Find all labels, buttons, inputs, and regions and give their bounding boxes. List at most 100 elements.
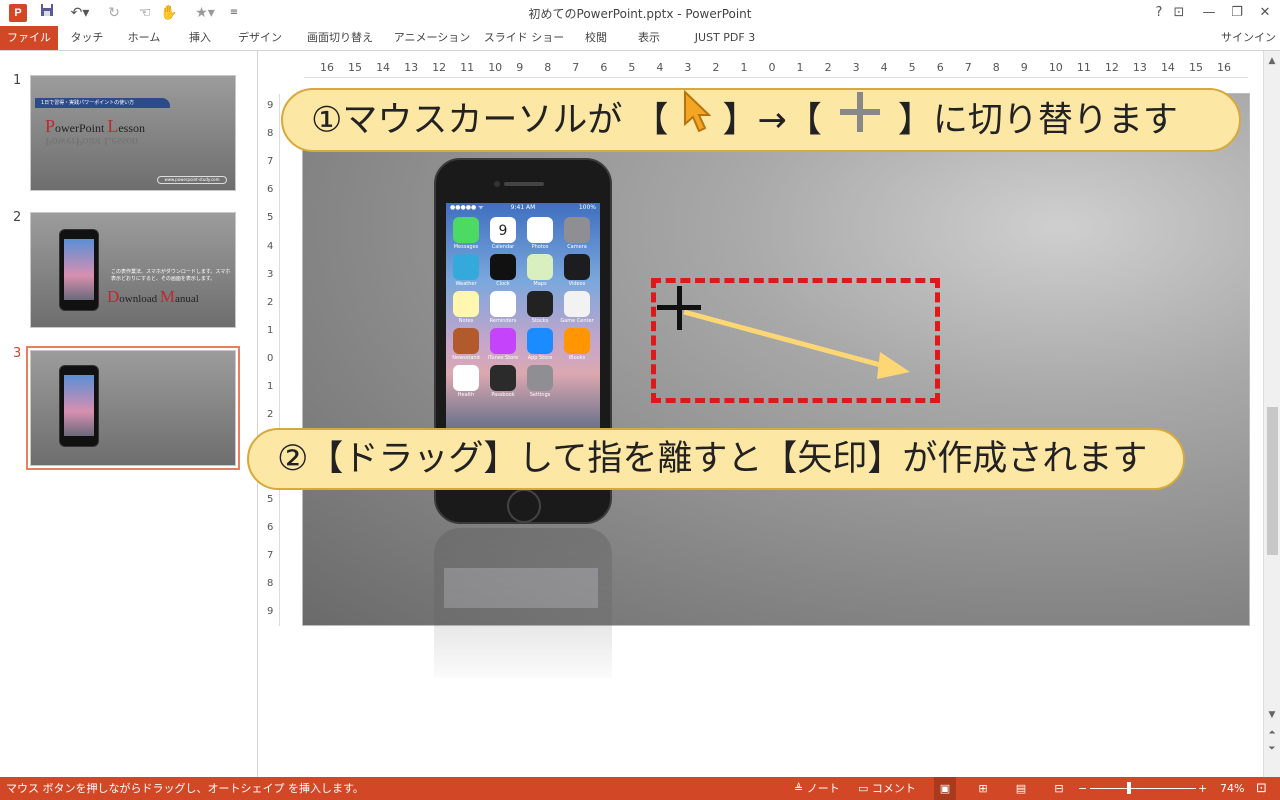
app-icon-newsstand: Newsstand — [449, 328, 483, 362]
scroll-down-icon[interactable]: ▼ — [1264, 707, 1280, 723]
callout-drag-release: ②【ドラッグ】して指を離すと【矢印】が作成されます — [247, 428, 1185, 490]
tab-design[interactable]: デザイン — [230, 26, 290, 50]
tab-slideshow[interactable]: スライド ショー — [482, 26, 566, 50]
fit-slide-icon[interactable]: ⊡ — [1256, 777, 1267, 800]
app-label: Clock — [496, 281, 510, 287]
ruler-tick-label: 9 — [267, 100, 274, 111]
app-label: Videos — [568, 281, 586, 287]
ribbon-display-options-button[interactable]: ⊡ — [1164, 2, 1194, 24]
app-icon-weather: Weather — [449, 254, 483, 288]
tab-review[interactable]: 校閲 — [574, 26, 618, 50]
zoom-slider-knob[interactable] — [1127, 782, 1131, 794]
ruler-tick-label: 11 — [460, 61, 475, 74]
vertical-scrollbar[interactable]: ▲ ▼ ⏶ ⏷ — [1263, 51, 1280, 777]
app-label: App Store — [527, 355, 553, 361]
app-icon-itunes-store: iTunes Store — [486, 328, 520, 362]
next-slide-icon[interactable]: ⏷ — [1264, 741, 1280, 757]
ruler-tick-label: 9 — [516, 61, 524, 74]
app-icon-app-store: App Store — [523, 328, 557, 362]
notes-button[interactable]: ≜ ノート — [794, 777, 840, 800]
ruler-tick-label: 13 — [1132, 61, 1147, 74]
ruler-tick-label: 8 — [267, 128, 274, 140]
zoom-slider[interactable] — [1090, 788, 1196, 789]
tab-transitions[interactable]: 画面切り替え — [298, 26, 382, 50]
app-icon-health: Health — [449, 365, 483, 399]
slideshow-view-icon[interactable]: ⊟ — [1048, 777, 1070, 800]
zoom-in-button[interactable]: + — [1198, 777, 1207, 800]
ruler-tick-label: 10 — [488, 61, 503, 74]
undo-icon[interactable]: ↶▾ — [66, 3, 94, 23]
ribbon-tabs: ファイル タッチ ホーム 挿入 デザイン 画面切り替え アニメーション スライド… — [0, 26, 1280, 50]
app-label: Camera — [567, 244, 587, 250]
app-label: Messages — [453, 244, 479, 250]
phone-image — [59, 365, 99, 447]
star-icon[interactable]: ★▾ — [190, 3, 220, 23]
thumbnail-url: www.powerpoint-study.com — [157, 176, 227, 184]
app-icon-ibooks: iBooks — [560, 328, 594, 362]
maximize-button[interactable]: ❐ — [1222, 2, 1252, 24]
tab-just-pdf[interactable]: JUST PDF 3 — [680, 26, 770, 50]
tab-insert[interactable]: 挿入 — [178, 26, 222, 50]
comments-button[interactable]: ▭ コメント — [858, 777, 916, 800]
ruler-tick-label: 7 — [572, 61, 580, 74]
horizontal-ruler: 16 15 14 13 12 11 10 9 8 7 6 5 4 3 2 1 0 1 2 3 4 5 6 7 8 9 10 11 12 1… — [304, 60, 1248, 78]
ruler-tick-label: 0 — [768, 61, 776, 74]
ruler-tick-label: 2 — [267, 409, 274, 421]
title-bar: P ↶▾ ↻ ☜ ✋▾ ★▾ ≡ 初めてのPowerPoint.pptx - P… — [0, 0, 1280, 41]
ruler-tick-label: 6 — [936, 61, 944, 74]
app-icon-camera: Camera — [560, 217, 594, 251]
app-icon-maps: Maps — [523, 254, 557, 288]
ruler-tick-label: 16 — [1217, 61, 1231, 74]
tab-view[interactable]: 表示 — [626, 26, 672, 50]
reading-view-icon[interactable]: ▤ — [1010, 777, 1032, 800]
ruler-tick-label: 12 — [1104, 61, 1119, 74]
ruler-tick-label: 9 — [267, 606, 274, 617]
save-icon[interactable] — [38, 3, 56, 23]
app-label: Notes — [458, 318, 474, 324]
app-label: Calendar — [491, 244, 515, 250]
zoom-level[interactable]: 74% — [1220, 777, 1244, 800]
app-label: Photos — [531, 244, 549, 250]
scroll-up-icon[interactable]: ▲ — [1264, 53, 1280, 69]
normal-view-icon[interactable]: ▣ — [934, 777, 956, 800]
ruler-tick-label: 6 — [267, 521, 274, 533]
app-icon-photos: Photos — [523, 217, 557, 251]
ruler-tick-label: 6 — [267, 184, 274, 196]
app-icon-stocks: Stocks — [523, 291, 557, 325]
zoom-out-button[interactable]: − — [1078, 777, 1087, 800]
phone-time: 9:41 AM — [510, 204, 536, 211]
close-button[interactable]: ✕ — [1250, 2, 1280, 24]
ruler-tick-label: 8 — [544, 61, 552, 74]
slide-thumbnail-2[interactable]: この表作業法、スマホがダウンロードします。スマホ表示どおりにすると、その画面を表… — [30, 212, 236, 328]
tab-touch[interactable]: タッチ — [64, 26, 110, 50]
slide-sorter-icon[interactable]: ⊞ — [972, 777, 994, 800]
slide-thumbnail-3[interactable] — [26, 346, 240, 470]
scroll-thumb[interactable] — [1267, 407, 1278, 555]
slide-thumbnail-1[interactable]: 1日で習得・実践パワーポイントの使い方 PowerPoint Lesson Po… — [30, 75, 236, 191]
camera-icon — [494, 181, 500, 187]
thumbnail-title: Download Manual — [107, 287, 199, 306]
signin-link[interactable]: サインイン — [1221, 26, 1276, 50]
redo-icon[interactable]: ↻ — [104, 3, 124, 23]
thumbnail-number: 3 — [13, 346, 22, 361]
app-icon-tile — [564, 291, 590, 317]
app-icon-tile — [453, 217, 479, 243]
ruler-tick-label: 7 — [267, 549, 274, 561]
tab-home[interactable]: ホーム — [118, 26, 170, 50]
app-icon-tile — [490, 365, 516, 391]
ruler-tick-label: 7 — [267, 156, 274, 168]
previous-slide-icon[interactable]: ⏶ — [1264, 725, 1280, 741]
minimize-button[interactable]: — — [1194, 2, 1224, 24]
ruler-tick-label: 16 — [320, 61, 334, 74]
ruler-tick-label: 1 — [740, 61, 748, 74]
customize-qat-icon[interactable]: ≡ — [228, 3, 240, 23]
vertical-ruler: 9876543210123456789 — [264, 94, 280, 626]
pointer-mode-icon[interactable]: ✋▾ — [158, 3, 180, 41]
app-label: Passbook — [491, 392, 515, 398]
app-icon-tile — [453, 365, 479, 391]
tab-file[interactable]: ファイル — [0, 26, 58, 50]
ruler-tick-label: 5 — [267, 212, 274, 224]
app-label: iTunes Store — [487, 355, 519, 361]
touch-mode-icon[interactable]: ☜ — [134, 3, 156, 23]
tab-animations[interactable]: アニメーション — [390, 26, 474, 50]
